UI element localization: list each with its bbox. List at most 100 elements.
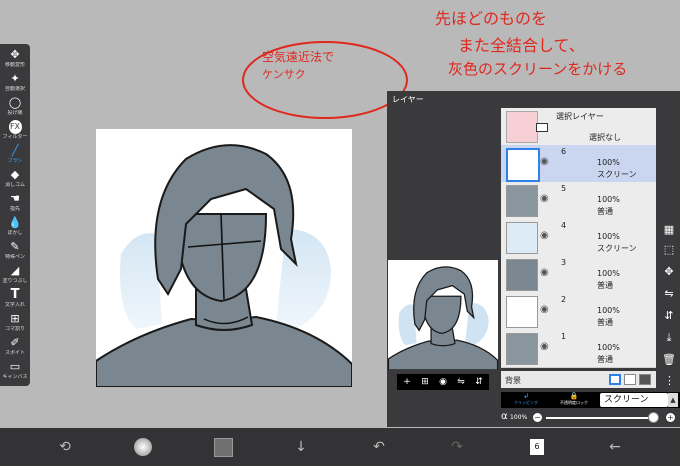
alpha-row: α 100% − + [501,410,680,426]
eye-icon[interactable]: ◉ [540,156,549,167]
layer-number: 6 [561,147,567,156]
add-image-icon: ⊞ [421,377,429,387]
magic-wand-icon: ✦ [10,72,20,85]
layers-button[interactable]: 6 [522,428,552,466]
checker-icon: ▦ [663,223,675,236]
tool-frame[interactable]: ⊞ コマ割り [0,312,30,337]
more-icon[interactable]: ⋮ [664,374,675,387]
download-button[interactable]: ↓ [286,428,316,466]
layer-row[interactable]: ◉ 2 100% 普通 [501,293,656,331]
camera-button[interactable]: ◉ [435,374,451,390]
flip-h-button[interactable]: ⇋ [658,284,680,304]
layer-opacity: 100% [597,343,620,352]
flip-icon: ⇋ [664,287,674,300]
alpha-symbol: α [501,411,508,422]
eye-icon[interactable]: ◉ [540,341,549,352]
layer-number: 4 [561,221,567,230]
layer-row[interactable]: ◉ 6 100% スクリーン [501,145,656,183]
bg-transparent-swatch[interactable] [624,374,636,385]
eye-icon[interactable]: ◉ [540,304,549,315]
alpha-decrease-button[interactable]: − [533,413,542,422]
layer-number: 1 [561,332,567,341]
finger-icon: ☚ [10,192,20,205]
add-image-layer-button[interactable]: ⊞ [417,374,433,390]
flip-v-button[interactable]: ⇵ [658,306,680,326]
layer-thumb [506,148,540,182]
add-layer-button[interactable]: + [399,374,415,390]
blend-row: ↲ クリッピング 🔒 不透明度ロック スクリーン ▲ [501,392,680,408]
selection-rect-icon [536,123,548,132]
clipping-button[interactable]: ↲ クリッピング [503,392,549,408]
flip-horizontal-button[interactable]: ⇋ [453,374,469,390]
bg-white-swatch[interactable] [609,374,621,385]
eye-icon[interactable]: ◉ [540,193,549,204]
layer-thumb [506,296,538,328]
flip-icon: ⇋ [457,377,465,387]
delete-layer-button[interactable]: 🗑 [658,350,680,370]
chevron-up-icon[interactable]: ▲ [668,393,678,407]
layer-preview [387,260,499,371]
move-layer-button[interactable]: ✥ [658,262,680,282]
back-button[interactable]: ← [600,428,630,466]
camera-icon: ◉ [439,377,447,387]
preview-toolbar: + ⊞ ◉ ⇋ ⇵ [397,374,489,390]
color-button[interactable] [208,428,238,466]
arrow-left-icon: ← [609,439,621,455]
layer-number: 5 [561,184,567,193]
plus-icon: + [403,377,411,387]
arrow-down-icon: ↓ [295,439,307,455]
tool-special-pen[interactable]: ✎ 特殊ペン [0,240,30,265]
bg-checker-swatch[interactable] [639,374,651,385]
tool-fill[interactable]: ◢ 塗りつぶし [0,264,30,289]
tool-auto-select[interactable]: ✦ 自動選択 [0,72,30,97]
redo-button[interactable]: ↷ [442,428,472,466]
layer-row[interactable]: ◉ 4 100% スクリーン [501,219,656,257]
tool-blur[interactable]: 💧 ぼかし [0,216,30,241]
tool-canvas[interactable]: ▭ キャンバス [0,360,30,385]
alpha-increase-button[interactable]: + [666,413,675,422]
tool-brush[interactable]: ╱ ブラシ [0,144,30,169]
layer-number: 2 [561,295,567,304]
background-row[interactable]: 背景 [501,371,656,388]
alpha-slider-track[interactable] [546,417,658,419]
layer-thumb [506,222,538,254]
layer-side-tools: ▦ ⬚ ✥ ⇋ ⇵ ⤓ 🗑 [658,220,680,375]
eye-icon[interactable]: ◉ [540,267,549,278]
undo-button[interactable]: ↶ [364,428,394,466]
tool-eraser[interactable]: ◆ 消しゴム [0,168,30,193]
transform-button[interactable]: ⟲ [50,428,80,466]
tool-move[interactable]: ✥ 移動変形 [0,48,30,73]
drawing-canvas[interactable] [95,129,353,388]
eye-icon[interactable]: ◉ [540,230,549,241]
lock-button[interactable]: 🔒 不透明度ロック [551,392,597,408]
eraser-icon: ◆ [10,168,20,181]
tool-lasso[interactable]: ◯ 投げ縄 [0,96,30,121]
merge-down-button[interactable]: ⤓ [658,328,680,348]
tool-finger[interactable]: ☚ 指先 [0,192,30,217]
alpha-slider-knob[interactable] [648,412,659,423]
background-label: 背景 [505,376,521,385]
clipping-icon: ↲ [523,392,529,400]
layer-opacity: 100% [597,195,620,204]
layer-number: 3 [561,258,567,267]
clipping-label: クリッピング [514,400,538,405]
marquee-button[interactable]: ⬚ [658,240,680,260]
layer-row[interactable]: ◉ 3 100% 普通 [501,256,656,294]
blend-mode-select[interactable]: スクリーン [600,393,668,407]
layer-row[interactable]: ◉ 5 100% 普通 [501,182,656,220]
checker-button[interactable]: ▦ [658,220,680,240]
layers-icon: 6 [530,439,544,455]
layer-list: ◉ 6 100% スクリーン ◉ 5 100% 普通 ◉ 4 100% スクリー… [501,145,656,371]
layer-opacity: 100% [597,306,620,315]
tool-filter[interactable]: FX フィルター [0,120,30,145]
fill-icon: ◢ [10,264,20,277]
flip-vertical-button[interactable]: ⇵ [471,374,487,390]
tool-text[interactable]: T 文字入れ [0,288,30,313]
tool-eyedropper[interactable]: ✐ スポイト [0,336,30,361]
brush-preview-icon [134,438,152,456]
layer-row[interactable]: ◉ 1 100% 普通 [501,330,656,368]
trash-icon: 🗑 [662,353,676,366]
brush-size-button[interactable] [128,428,158,466]
selection-layer-row[interactable]: 選択レイヤー 選択なし [501,108,656,146]
eyedropper-icon: ✐ [10,336,20,349]
